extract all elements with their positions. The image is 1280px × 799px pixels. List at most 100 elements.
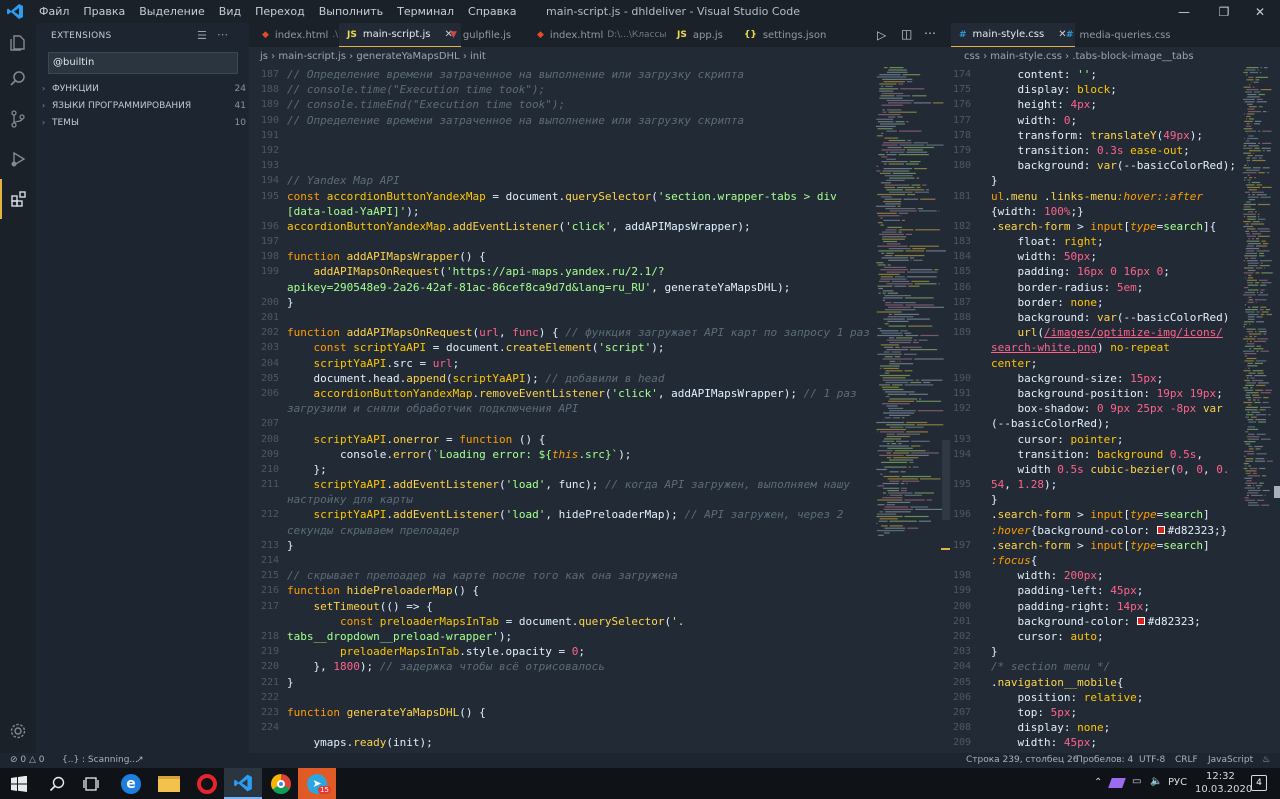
breadcrumb-item[interactable]: css: [964, 51, 980, 62]
opera-icon[interactable]: [188, 768, 226, 799]
scrollbar-thumb-right[interactable]: [1274, 486, 1280, 498]
telegram-icon[interactable]: ➤ 15: [298, 768, 336, 799]
code-line[interactable]: display: none;: [991, 720, 1236, 735]
code-line[interactable]: .search-form > input[type=search]: [991, 507, 1236, 522]
code-line[interactable]: function addAPIMapsOnRequest(url, func) …: [287, 325, 870, 340]
menu-item[interactable]: Выделение: [132, 5, 212, 18]
code-line[interactable]: const scriptYaAPI = document.createEleme…: [287, 340, 870, 355]
code-line[interactable]: function hidePreloaderMap() {: [287, 583, 870, 598]
code-line[interactable]: accordionButtonYandexMap.addEventListene…: [287, 219, 870, 234]
code-line[interactable]: setTimeout(() => {: [287, 599, 870, 614]
code-line[interactable]: width: 0;: [991, 113, 1236, 128]
clock-time[interactable]: 12:32: [1206, 771, 1235, 782]
menu-item[interactable]: Терминал: [390, 5, 461, 18]
code-line[interactable]: // Определение времени затраченное на вы…: [287, 67, 870, 82]
code-line[interactable]: [287, 720, 870, 735]
code-line[interactable]: :hover{background-color: #d82323;}: [991, 523, 1236, 538]
minimize-button[interactable]: —: [1164, 0, 1204, 23]
search-icon[interactable]: [0, 59, 36, 99]
menu-item[interactable]: Справка: [461, 5, 523, 18]
code-line[interactable]: background: var(--basicColorRed): [991, 310, 1236, 325]
tab-settings-json[interactable]: {} settings.json: [736, 23, 834, 47]
close-button[interactable]: ✕: [1240, 0, 1280, 23]
code-line[interactable]: .search-form > input[type=search]{: [991, 219, 1236, 234]
code-line[interactable]: };: [287, 462, 870, 477]
volume-icon[interactable]: 🔈: [1150, 776, 1162, 787]
code-line[interactable]: }: [287, 295, 870, 310]
code-line[interactable]: top: 5px;: [991, 705, 1236, 720]
code-line[interactable]: search-white.png) no-repeat: [991, 340, 1236, 355]
run-debug-icon[interactable]: [0, 139, 36, 179]
code-line[interactable]: [287, 234, 870, 249]
code-line[interactable]: [287, 158, 870, 173]
code-line[interactable]: document.head.append(scriptYaAPI); // до…: [287, 371, 870, 386]
extension-group[interactable]: › ФУНКЦИИ 24: [42, 80, 246, 97]
code-line[interactable]: :focus{: [991, 553, 1236, 568]
code-line[interactable]: border-radius: 5em;: [991, 280, 1236, 295]
code-line[interactable]: background-position: 19px 19px;: [991, 386, 1236, 401]
code-line[interactable]: border: none;: [991, 295, 1236, 310]
code-line[interactable]: .search-form > input[type=search]: [991, 538, 1236, 553]
menu-item[interactable]: Выполнить: [312, 5, 390, 18]
more-actions-icon[interactable]: ⋯: [217, 28, 228, 41]
filter-icon[interactable]: ☰: [197, 29, 207, 42]
color-swatch[interactable]: [1136, 616, 1145, 625]
code-line[interactable]: width: 200px;: [991, 568, 1236, 583]
settings-gear-icon[interactable]: [0, 711, 36, 751]
code-line[interactable]: ul.menu .links-menu:hover::after: [991, 189, 1236, 204]
keyboard-language[interactable]: РУС: [1168, 777, 1187, 788]
code-line[interactable]: // скрывает прелоадер на карте после тог…: [287, 568, 870, 583]
code-line[interactable]: height: 4px;: [991, 97, 1236, 112]
code-line[interactable]: scriptYaAPI.src = url;: [287, 356, 870, 371]
code-line[interactable]: apikey=290548e9-2a26-42af-81ac-86cef8ca9…: [287, 280, 870, 295]
code-line[interactable]: width 0.5s cubic-bezier(0, 0, 0.: [991, 462, 1236, 477]
tab-index-html[interactable]: ◆ index.html D:\...\Классы: [529, 23, 675, 47]
breadcrumb-item[interactable]: main-style.css: [990, 51, 1062, 62]
code-line[interactable]: padding-right: 14px;: [991, 599, 1236, 614]
scrollbar-thumb[interactable]: [942, 440, 950, 520]
vscode-taskbar-icon[interactable]: [224, 768, 262, 799]
encoding[interactable]: UTF-8: [1139, 755, 1165, 765]
tab-media-queries-css[interactable]: # media-queries.css: [1058, 23, 1179, 47]
code-line[interactable]: // Yandex Map API: [287, 173, 870, 188]
indentation[interactable]: Пробелов: 4: [1076, 755, 1133, 765]
tab-gulpfile-js[interactable]: ▼ gulpfile.js: [442, 23, 519, 47]
extensions-icon[interactable]: [0, 179, 36, 219]
code-line[interactable]: background: var(--basicColorRed);: [991, 158, 1236, 173]
file-explorer-icon[interactable]: [150, 768, 188, 799]
code-line[interactable]: tabs__dropdown__preload-wrapper');: [287, 629, 870, 644]
code-line[interactable]: background-color: #d82323;: [991, 614, 1236, 629]
code-line[interactable]: transition: background 0.5s,: [991, 447, 1236, 462]
code-line[interactable]: }: [287, 538, 870, 553]
tray-overflow-icon[interactable]: ⌃: [1094, 777, 1102, 788]
color-swatch[interactable]: [1156, 525, 1165, 534]
code-line[interactable]: scriptYaAPI.onerror = function () {: [287, 432, 870, 447]
code-line[interactable]: accordionButtonYandexMap.removeEventList…: [287, 386, 870, 401]
code-line[interactable]: console.error(`Loading error: ${this.src…: [287, 447, 870, 462]
menu-item[interactable]: Правка: [76, 5, 132, 18]
line-endings[interactable]: CRLF: [1175, 755, 1198, 765]
editor-more-icon[interactable]: ⋯: [924, 26, 936, 40]
maximize-button[interactable]: ❐: [1204, 0, 1244, 23]
code-line[interactable]: cursor: auto;: [991, 629, 1236, 644]
code-line[interactable]: center;: [991, 356, 1236, 371]
chrome-icon[interactable]: [262, 768, 300, 799]
extension-group[interactable]: › ТЕМЫ 10: [42, 114, 246, 131]
code-line[interactable]: }: [991, 173, 1236, 188]
code-line[interactable]: [287, 310, 870, 325]
code-line[interactable]: }: [287, 675, 870, 690]
css-editor[interactable]: 174 175 176 177 178 179 180 181 182 183 184 185 186 1…: [951, 67, 1280, 753]
code-line[interactable]: content: '';: [991, 67, 1236, 82]
code-line[interactable]: [287, 143, 870, 158]
code-line[interactable]: float: right;: [991, 234, 1236, 249]
windows-start-icon[interactable]: [0, 768, 38, 799]
code-line[interactable]: transition: 0.3s ease-out;: [991, 143, 1236, 158]
search-taskbar-icon[interactable]: [38, 768, 76, 799]
breadcrumb-item[interactable]: main-script.js: [278, 51, 346, 62]
explorer-icon[interactable]: [0, 23, 36, 63]
breadcrumb-item[interactable]: .tabs-block-image__tabs: [1072, 51, 1193, 62]
code-line[interactable]: width: 45px;: [991, 735, 1236, 750]
breadcrumb-item[interactable]: js: [260, 51, 268, 62]
tab-index-html[interactable]: ◆ index.html .\: [254, 23, 346, 47]
code-line[interactable]: }, 1800); // задержка чтобы всё отрисова…: [287, 659, 870, 674]
